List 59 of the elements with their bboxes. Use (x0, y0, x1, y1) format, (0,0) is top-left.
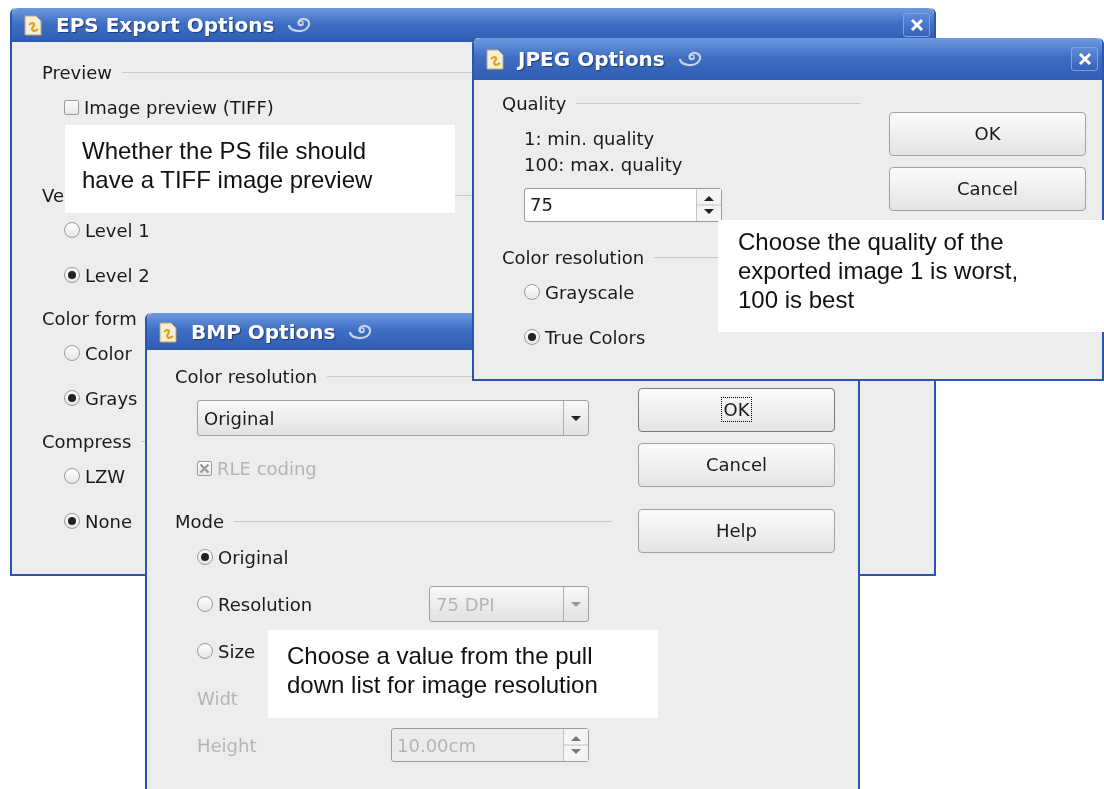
close-icon (1077, 52, 1092, 66)
section-heading: Color resolution (502, 246, 645, 268)
close-button[interactable] (1071, 47, 1098, 71)
close-button[interactable] (903, 13, 930, 37)
checkbox[interactable] (64, 99, 79, 115)
radio-button[interactable] (524, 329, 540, 345)
radio-button[interactable] (524, 284, 540, 300)
dialog-button[interactable]: Cancel (638, 442, 835, 487)
dialog-button[interactable]: OK (889, 111, 1086, 156)
radio-button[interactable] (197, 596, 213, 612)
radio-button[interactable] (64, 222, 80, 238)
window-title: EPS Export Options (56, 13, 275, 37)
radio-button[interactable] (64, 390, 80, 406)
callout-note: Choose the quality of the exported image 1 is worst, 100 is best (718, 220, 1104, 332)
check-cross-icon (199, 462, 210, 474)
radio-label[interactable]: Grayscale (545, 281, 635, 303)
radio-button[interactable] (64, 267, 80, 283)
radio-label[interactable]: LZW (85, 465, 126, 487)
spin-arrows-icon (563, 729, 588, 761)
radio-label[interactable]: Color (85, 342, 132, 364)
section-heading: Compress (42, 430, 132, 452)
radio-label[interactable]: True Colors (545, 326, 646, 348)
radio-button[interactable] (197, 643, 213, 659)
section-heading: Mode (175, 510, 225, 532)
section-heading: Color form (42, 307, 137, 329)
hint-text: 100: max. quality (524, 154, 683, 175)
radio-label[interactable]: Resolution (218, 593, 313, 615)
radio-button[interactable] (64, 513, 80, 529)
dialog-button[interactable]: Cancel (889, 166, 1086, 211)
section-heading: Preview (42, 61, 113, 83)
section-heading: Ve (42, 184, 64, 206)
window-title: JPEG Options (518, 47, 665, 71)
checkbox-label[interactable]: Image preview (TIFF) (84, 96, 274, 118)
callout-note: Whether the PS file should have a TIFF image preview (65, 125, 455, 213)
section-heading: Quality (502, 92, 567, 114)
radio-button[interactable] (197, 549, 213, 565)
app-document-icon (484, 47, 506, 71)
radio-button[interactable] (64, 468, 80, 484)
section-heading: Color resolution (175, 365, 318, 387)
dropdown[interactable]: Original (197, 400, 589, 436)
close-icon (909, 18, 924, 32)
spin-field[interactable]: 75 (524, 187, 722, 222)
radio-label[interactable]: Original (218, 546, 289, 568)
radio-label[interactable]: Grays (85, 387, 138, 409)
callout-note: Choose a value from the pull down list for image resolution (268, 630, 658, 718)
field-label: Height (197, 734, 257, 756)
radio-label[interactable]: Level 2 (85, 264, 150, 286)
radio-label[interactable]: Level 1 (85, 219, 150, 241)
field-label: Widt (197, 687, 238, 709)
app-document-icon (157, 319, 179, 344)
spin-arrows-icon (696, 188, 721, 221)
radio-label[interactable]: Size (218, 640, 255, 662)
dialog-button[interactable]: Help (638, 508, 835, 553)
hint-text: 1: min. quality (524, 128, 655, 149)
radio-label[interactable]: None (85, 510, 132, 532)
window-title: BMP Options (191, 319, 336, 344)
app-document-icon (22, 13, 44, 37)
dialog-button[interactable]: OK (638, 387, 835, 432)
radio-button[interactable] (64, 345, 80, 361)
